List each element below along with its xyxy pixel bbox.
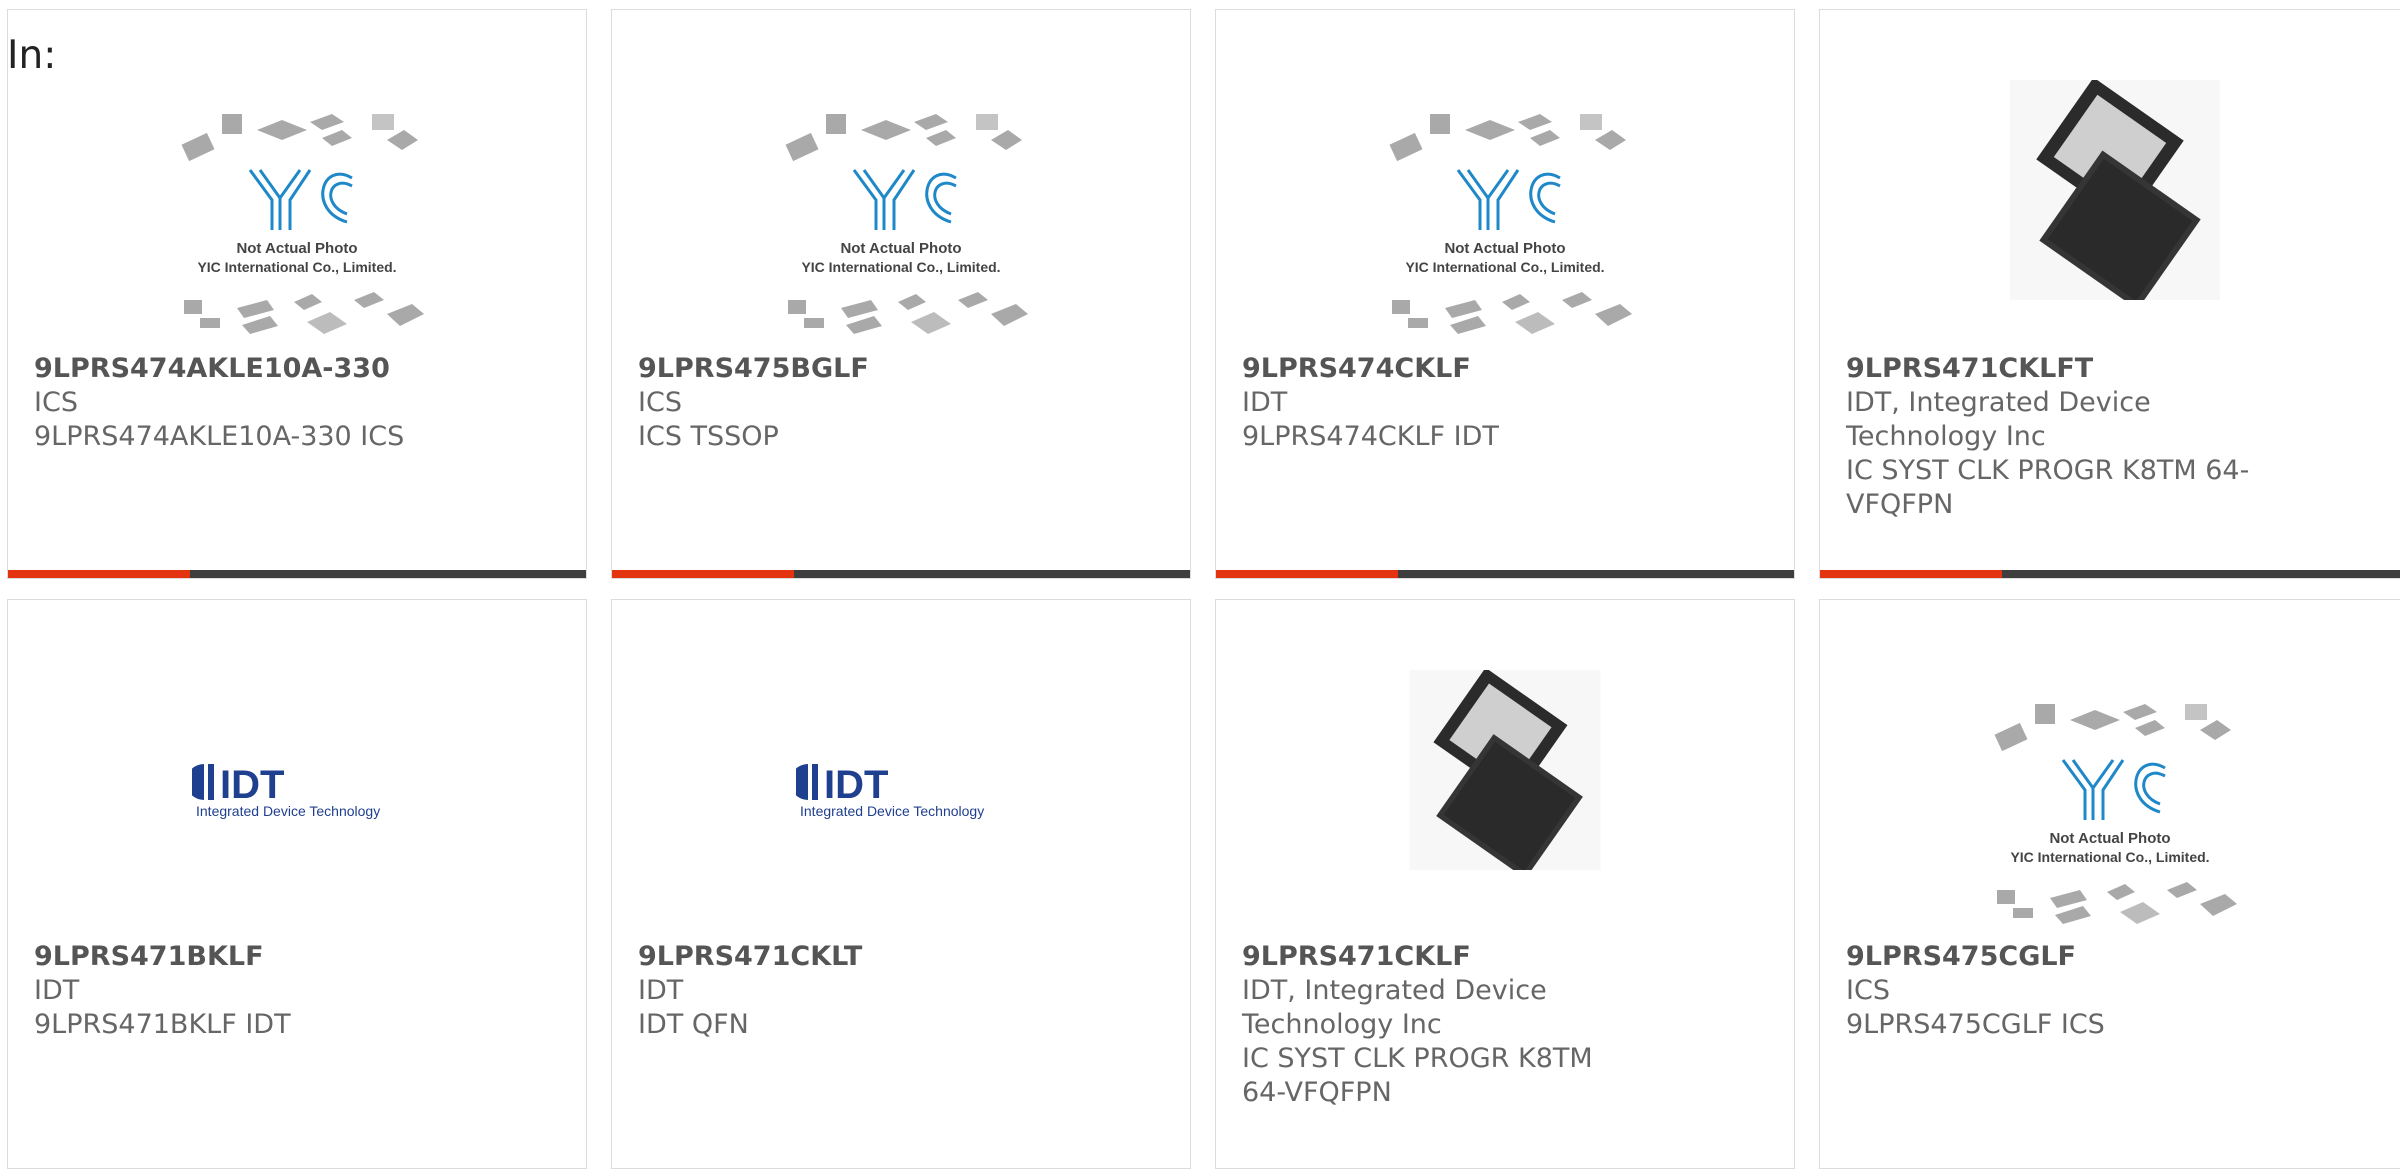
product-card[interactable]: Not Actual Photo YIC International Co., …	[611, 9, 1191, 579]
product-image-yic-placeholder[interactable]: Not Actual Photo YIC International Co., …	[612, 100, 1190, 350]
description: IDT QFN	[638, 1009, 749, 1040]
card-bottom-bar	[612, 570, 1190, 578]
card-bottom-bar	[1216, 570, 1794, 578]
svg-text:Not Actual Photo: Not Actual Photo	[236, 240, 357, 257]
product-info: 9LPRS471CKLFT IDT, Integrated Device Tec…	[1846, 352, 2258, 522]
yic-placeholder-image: Not Actual Photo YIC International Co., …	[181, 114, 424, 334]
manufacturer: ICS	[34, 387, 78, 418]
product-grid: Not Actual Photo YIC International Co., …	[0, 0, 2400, 1169]
svg-text:IDT: IDT	[220, 763, 284, 807]
svg-text:IDT: IDT	[824, 763, 888, 807]
product-card[interactable]: Not Actual Photo YIC International Co., …	[7, 9, 587, 579]
product-card[interactable]: 9LPRS471CKLF IDT, Integrated Device Tech…	[1215, 599, 1795, 1169]
part-number-link[interactable]: 9LPRS471CKLFT	[1846, 352, 2258, 386]
product-info: 9LPRS471CKLT IDT IDT QFN	[638, 940, 1164, 1042]
svg-text:Not Actual Photo: Not Actual Photo	[1444, 240, 1565, 257]
product-image-idt-logo[interactable]: IDT Integrated Device Technology	[8, 730, 586, 850]
manufacturer: IDT, Integrated Device Technology Inc	[1846, 387, 2151, 452]
in-label: In:	[7, 33, 57, 78]
description: 9LPRS474AKLE10A-330 ICS	[34, 421, 405, 452]
svg-text:Not Actual Photo: Not Actual Photo	[840, 240, 961, 257]
description: 9LPRS471BKLF IDT	[34, 1009, 291, 1040]
product-card[interactable]: IDT Integrated Device Technology 9LPRS47…	[7, 599, 587, 1169]
idt-logo-image: IDT Integrated Device Technology	[796, 763, 984, 819]
part-number-link[interactable]: 9LPRS475CGLF	[1846, 940, 2392, 974]
description: 9LPRS475CGLF ICS	[1846, 1009, 2105, 1040]
qfn-chip-photo	[1409, 670, 1601, 870]
manufacturer: IDT, Integrated Device Technology Inc	[1242, 975, 1547, 1040]
product-card[interactable]: Not Actual Photo YIC International Co., …	[1819, 599, 2400, 1169]
manufacturer: IDT	[34, 975, 80, 1006]
part-number-link[interactable]: 9LPRS474AKLE10A-330	[34, 352, 560, 386]
part-number-link[interactable]: 9LPRS471CKLF	[1242, 940, 1644, 974]
product-image-qfn-chip-photo[interactable]	[1216, 670, 1794, 870]
description: 9LPRS474CKLF IDT	[1242, 421, 1499, 452]
card-bottom-bar	[1820, 570, 2400, 578]
description: ICS TSSOP	[638, 421, 779, 452]
svg-text:YIC International Co., Limited: YIC International Co., Limited.	[197, 259, 396, 275]
card-accent	[8, 570, 190, 578]
idt-logo-image: IDT Integrated Device Technology	[192, 763, 380, 819]
product-info: 9LPRS474AKLE10A-330 ICS 9LPRS474AKLE10A-…	[34, 352, 560, 454]
product-card[interactable]: IDT Integrated Device Technology 9LPRS47…	[611, 599, 1191, 1169]
description: IC SYST CLK PROGR K8TM 64-VFQFPN	[1242, 1043, 1593, 1108]
product-info: 9LPRS471BKLF IDT 9LPRS471BKLF IDT	[34, 940, 560, 1042]
product-info: 9LPRS475CGLF ICS 9LPRS475CGLF ICS	[1846, 940, 2392, 1042]
part-number-link[interactable]: 9LPRS475BGLF	[638, 352, 1164, 386]
svg-text:YIC International Co., Limited: YIC International Co., Limited.	[2010, 849, 2209, 865]
product-image-qfn-chip-photo[interactable]	[1820, 80, 2400, 300]
svg-text:YIC International Co., Limited: YIC International Co., Limited.	[801, 259, 1000, 275]
part-number-link[interactable]: 9LPRS474CKLF	[1242, 352, 1768, 386]
product-info: 9LPRS471CKLF IDT, Integrated Device Tech…	[1242, 940, 1644, 1110]
yic-placeholder-image: Not Actual Photo YIC International Co., …	[1994, 704, 2237, 924]
card-bottom-bar	[8, 570, 586, 578]
svg-text:YIC International Co., Limited: YIC International Co., Limited.	[1405, 259, 1604, 275]
part-number-link[interactable]: 9LPRS471BKLF	[34, 940, 560, 974]
manufacturer: IDT	[1242, 387, 1288, 418]
product-image-yic-placeholder[interactable]: Not Actual Photo YIC International Co., …	[1820, 690, 2400, 940]
svg-text:Integrated Device Technology: Integrated Device Technology	[800, 803, 984, 819]
svg-text:Not Actual Photo: Not Actual Photo	[2049, 830, 2170, 847]
manufacturer: ICS	[638, 387, 682, 418]
yic-placeholder-image: Not Actual Photo YIC International Co., …	[785, 114, 1028, 334]
card-accent	[612, 570, 794, 578]
svg-text:Integrated Device Technology: Integrated Device Technology	[196, 803, 380, 819]
manufacturer: IDT	[638, 975, 684, 1006]
card-accent	[1820, 570, 2002, 578]
product-card[interactable]: Not Actual Photo YIC International Co., …	[1215, 9, 1795, 579]
part-number-link[interactable]: 9LPRS471CKLT	[638, 940, 1164, 974]
yic-placeholder-image: Not Actual Photo YIC International Co., …	[1389, 114, 1632, 334]
description: IC SYST CLK PROGR K8TM 64-VFQFPN	[1846, 455, 2250, 520]
product-info: 9LPRS475BGLF ICS ICS TSSOP	[638, 352, 1164, 454]
product-image-idt-logo[interactable]: IDT Integrated Device Technology	[612, 730, 1190, 850]
card-accent	[1216, 570, 1398, 578]
manufacturer: ICS	[1846, 975, 1890, 1006]
product-card[interactable]: 9LPRS471CKLFT IDT, Integrated Device Tec…	[1819, 9, 2400, 579]
product-image-yic-placeholder[interactable]: Not Actual Photo YIC International Co., …	[1216, 100, 1794, 350]
qfn-chip-photo	[2010, 80, 2220, 300]
product-image-yic-placeholder[interactable]: Not Actual Photo YIC International Co., …	[8, 100, 586, 350]
product-info: 9LPRS474CKLF IDT 9LPRS474CKLF IDT	[1242, 352, 1768, 454]
